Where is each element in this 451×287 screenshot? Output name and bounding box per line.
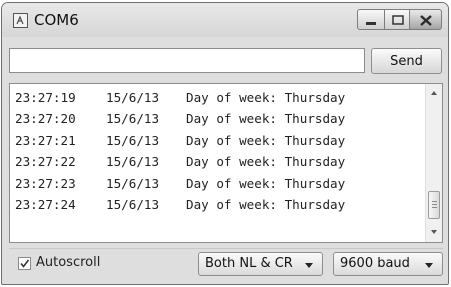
output-line: 23:27:19 15/6/13 Day of week: Thursday [15, 90, 415, 111]
line-time: 23:27:22 [15, 154, 76, 170]
send-input[interactable] [9, 48, 365, 73]
line-text: Day of week: Thursday [186, 175, 346, 191]
line-text: Day of week: Thursday [186, 111, 346, 127]
serial-monitor-window: COM6 Send 23:27:19 15/6/13 Day of week: Th… [1, 2, 449, 285]
line-text: Day of week: Thursday [186, 90, 346, 105]
chevron-down-icon [425, 263, 433, 268]
line-time: 23:27:19 [15, 90, 76, 105]
output-line: 23:27:22 15/6/13 Day of week: Thursday [15, 154, 415, 175]
autoscroll-label[interactable]: Autoscroll [36, 255, 100, 270]
line-date: 15/6/13 [106, 111, 160, 127]
footer-divider [9, 248, 443, 249]
maximize-icon [392, 15, 404, 25]
checkmark-icon [20, 259, 30, 268]
line-text: Day of week: Thursday [186, 154, 346, 170]
line-date: 15/6/13 [106, 154, 160, 170]
line-time: 23:27:24 [15, 196, 76, 212]
serial-output[interactable]: 23:27:19 15/6/13 Day of week: Thursday 23:2… [9, 83, 443, 243]
vertical-scrollbar[interactable] [425, 84, 442, 242]
maximize-button[interactable] [384, 9, 410, 30]
line-date: 15/6/13 [106, 175, 160, 191]
output-line: 23:27:20 15/6/13 Day of week: Thursday [15, 111, 415, 132]
minimize-button[interactable] [357, 9, 385, 30]
chevron-down-icon [305, 263, 313, 268]
line-date: 15/6/13 [106, 90, 160, 105]
title-bar[interactable]: COM6 [2, 3, 448, 37]
minimize-icon [366, 22, 376, 25]
scrollbar-thumb[interactable] [428, 191, 440, 219]
output-line: 23:27:21 15/6/13 Day of week: Thursday [15, 133, 415, 154]
line-time: 23:27:20 [15, 111, 76, 127]
line-ending-select[interactable]: Both NL & CR [198, 252, 323, 276]
close-button[interactable] [409, 9, 442, 30]
line-text: Day of week: Thursday [186, 196, 346, 212]
close-icon [420, 15, 432, 26]
send-button[interactable]: Send [371, 48, 442, 74]
app-icon [13, 13, 28, 28]
line-text: Day of week: Thursday [186, 132, 346, 148]
scroll-up-arrow-icon[interactable] [431, 91, 437, 95]
line-time: 23:27:23 [15, 175, 76, 191]
baud-rate-select[interactable]: 9600 baud [333, 252, 443, 276]
baud-rate-value: 9600 baud [340, 256, 410, 271]
line-ending-value: Both NL & CR [205, 256, 293, 271]
output-lines: 23:27:19 15/6/13 Day of week: Thursday 23:2… [15, 90, 415, 218]
scroll-down-arrow-icon[interactable] [431, 230, 437, 234]
output-line: 23:27:24 15/6/13 Day of week: Thursday [15, 197, 415, 218]
output-line: 23:27:23 15/6/13 Day of week: Thursday [15, 176, 415, 197]
line-date: 15/6/13 [106, 132, 160, 148]
window-title: COM6 [34, 11, 79, 29]
line-date: 15/6/13 [106, 196, 160, 212]
line-time: 23:27:21 [15, 132, 76, 148]
autoscroll-checkbox[interactable] [18, 257, 31, 270]
